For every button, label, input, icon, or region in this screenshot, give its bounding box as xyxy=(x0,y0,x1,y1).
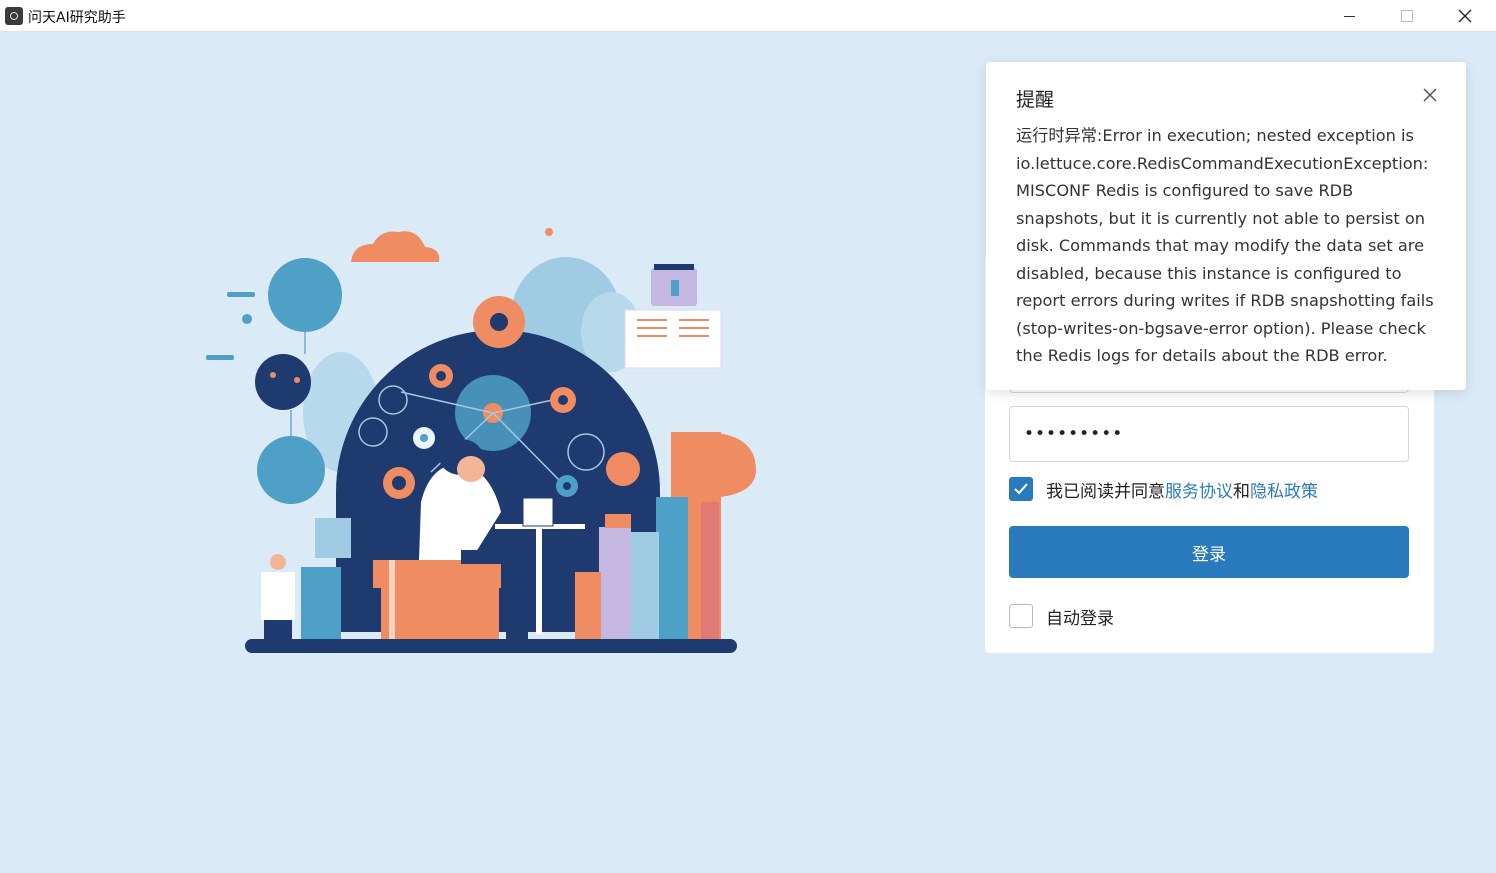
auto-login-row: 自动登录 xyxy=(1009,603,1114,629)
checkmark-icon xyxy=(1014,483,1028,495)
minimize-button[interactable] xyxy=(1320,0,1378,32)
close-icon xyxy=(1423,88,1437,102)
agreement-row: 我已阅读并同意服务协议和隐私政策 xyxy=(1009,475,1318,503)
research-illustration xyxy=(206,228,756,653)
password-field[interactable] xyxy=(1009,406,1409,462)
close-window-button[interactable] xyxy=(1436,0,1494,32)
auto-login-label: 自动登录 xyxy=(1046,608,1114,629)
password-input[interactable] xyxy=(1010,407,1408,461)
notification-close-button[interactable] xyxy=(1419,84,1441,106)
login-button[interactable]: 登录 xyxy=(1009,526,1409,578)
notification-message: 运行时异常:Error in execution; nested excepti… xyxy=(1016,126,1434,365)
service-agreement-link[interactable]: 服务协议 xyxy=(1165,482,1233,502)
auto-login-checkbox[interactable] xyxy=(1009,604,1033,628)
maximize-button[interactable] xyxy=(1378,0,1436,32)
window-title: 问天AI研究助手 xyxy=(28,10,126,26)
agree-and: 和 xyxy=(1233,481,1250,502)
notification-title: 提醒 xyxy=(1016,89,1055,111)
app-logo-icon xyxy=(5,7,23,25)
agree-text: 我已阅读并同意服务协议和隐私政策 xyxy=(1046,477,1318,502)
privacy-policy-link[interactable]: 隐私政策 xyxy=(1250,482,1318,502)
maximize-icon xyxy=(1401,10,1413,22)
agree-checkbox[interactable] xyxy=(1009,477,1033,501)
close-icon xyxy=(1458,9,1472,23)
window-titlebar: 问天AI研究助手 xyxy=(0,0,1496,32)
agree-prefix: 我已阅读并同意 xyxy=(1046,481,1165,502)
minimize-icon xyxy=(1343,15,1355,17)
error-notification: 提醒 运行时异常:Error in execution; nested exce… xyxy=(986,62,1466,390)
